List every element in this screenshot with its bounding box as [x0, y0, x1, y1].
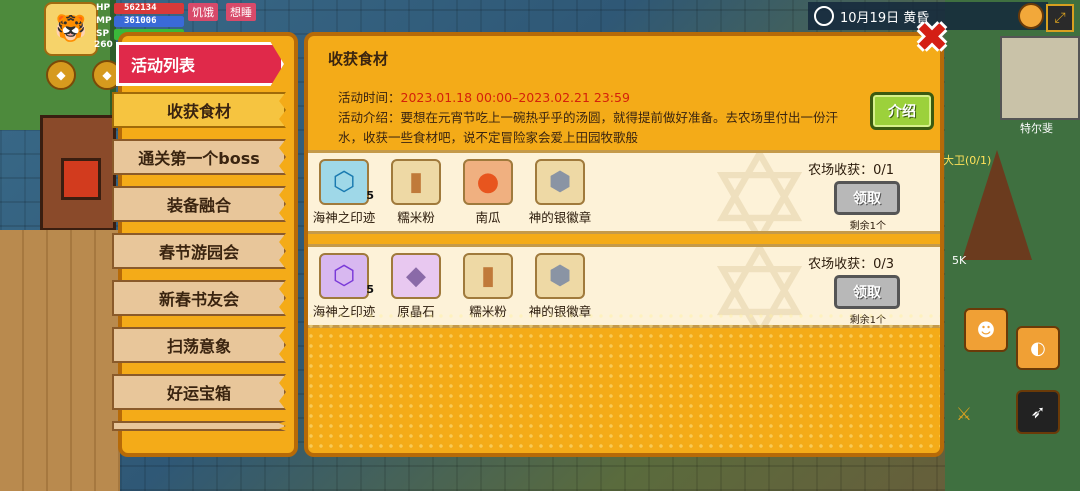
activity-item-more[interactable] [112, 421, 286, 431]
sp-label: SP [96, 29, 110, 39]
reward-row-2: ⬡ 5 海神之印迹 ◆ 原晶石 ▮ 糯米粉 ⬢ 神的银徽章 农场收获：0/3 领… [308, 244, 940, 328]
item-name: 神的银徽章 [528, 304, 592, 319]
activity-item-harvest[interactable]: 收获食材 [112, 92, 286, 128]
activity-intro: 活动介绍：要想在元宵节吃上一碗热乎乎的汤圆，就得提前做好准备。去农场里付出一份汗… [338, 108, 848, 148]
intro-text: 要想在元宵节吃上一碗热乎乎的汤圆，就得提前做好准备。去农场里付出一份汗水，收获一… [338, 110, 839, 145]
activity-list: 收获食材 通关第一个boss 装备融合 春节游园会 新春书友会 扫荡意象 好运宝… [112, 92, 286, 431]
reward-item[interactable]: ▮ 糯米粉 [380, 159, 452, 226]
pumpkin-icon: ● [463, 159, 513, 205]
fullscreen-icon[interactable]: ⤢ [1046, 4, 1074, 32]
farm-progress: 农场收获：0/3 [808, 257, 894, 272]
intro-button[interactable]: 介绍 [870, 92, 934, 130]
mp-label: MP [96, 16, 112, 26]
flour-sack-icon: ▮ [463, 253, 513, 299]
close-icon[interactable]: ✖ [912, 18, 952, 58]
hud-skill-icon[interactable]: ◆ [46, 60, 76, 90]
reward-items: ⬡ 5 海神之印迹 ◆ 原晶石 ▮ 糯米粉 ⬢ 神的银徽章 [308, 253, 596, 320]
world-floor [0, 230, 120, 491]
reward-row-1: ⬡ 5 海神之印迹 ▮ 糯米粉 ● 南瓜 ⬢ 神的银徽章 农场收获：0/1 领取… [308, 150, 940, 234]
activity-item-sweep[interactable]: 扫荡意象 [112, 327, 286, 363]
activity-item-lucky-chest[interactable]: 好运宝箱 [112, 374, 286, 410]
blue-seal-icon: ⬡ [319, 159, 369, 205]
world-house-door [61, 158, 101, 200]
reward-item[interactable]: ⬢ 神的银徽章 [524, 253, 596, 320]
activity-item-first-boss[interactable]: 通关第一个boss [112, 139, 286, 175]
reward-items: ⬡ 5 海神之印迹 ▮ 糯米粉 ● 南瓜 ⬢ 神的银徽章 [308, 159, 596, 226]
remaining-count: 剩余1个 [849, 315, 886, 326]
player-avatar[interactable]: 🐯 [44, 2, 98, 56]
hp-value: 562134 [124, 2, 157, 13]
item-count: 5 [366, 283, 374, 296]
globe-icon[interactable] [1018, 3, 1044, 29]
sun-icon [814, 6, 834, 26]
remaining-count: 剩余1个 [849, 221, 886, 232]
world-house [40, 115, 116, 231]
activity-item-equip-fusion[interactable]: 装备融合 [112, 186, 286, 222]
claim-button[interactable]: 领取 [834, 181, 900, 215]
claim-button[interactable]: 领取 [834, 275, 900, 309]
item-name: 海神之印迹 [312, 210, 376, 225]
intro-label: 活动介绍： [338, 110, 401, 125]
bow-icon[interactable]: ➶ [1016, 390, 1060, 434]
activity-info: 活动时间：2023.01.18 00:00–2023.02.21 23:59 活… [338, 88, 848, 148]
item-count: 5 [366, 189, 374, 202]
hp-row: HP 562134 [96, 2, 184, 14]
status-hungry: 饥饿 [188, 3, 218, 21]
reward-item[interactable]: ⬡ 5 海神之印迹 [308, 253, 380, 320]
status-sleepy: 想睡 [226, 3, 256, 21]
farm-progress: 农场收获：0/1 [808, 163, 894, 178]
minimap[interactable] [1000, 36, 1080, 120]
item-name: 海神之印迹 [312, 304, 376, 319]
mp-value: 361006 [124, 15, 157, 26]
reward-item[interactable]: ◆ 原晶石 [380, 253, 452, 320]
item-name: 南瓜 [475, 210, 501, 225]
npc-label: 大卫(0/1) [943, 154, 992, 167]
activity-detail-panel: 收获食材 活动时间：2023.01.18 00:00–2023.02.21 23… [304, 32, 944, 457]
date-text: 10月19日 [840, 10, 900, 26]
item-name: 原晶石 [397, 304, 435, 319]
reward-item[interactable]: ▮ 糯米粉 [452, 253, 524, 320]
item-name: 糯米粉 [397, 210, 435, 225]
crystal-icon: ◆ [391, 253, 441, 299]
reward-item[interactable]: ● 南瓜 [452, 159, 524, 226]
purple-seal-icon: ⬡ [319, 253, 369, 299]
egg-skill-icon[interactable]: ◐ [1016, 326, 1060, 370]
time-value: 2023.01.18 00:00–2023.02.21 23:59 [400, 90, 630, 105]
activity-list-header: 活动列表 [116, 42, 284, 86]
map-name: 特尔斐 [1020, 122, 1053, 135]
reward-item[interactable]: ⬢ 神的银徽章 [524, 159, 596, 226]
time-label: 活动时间： [338, 90, 401, 105]
sword-icon[interactable]: ⚔ [944, 394, 984, 434]
panel-title: 收获食材 [328, 50, 389, 68]
reward-item[interactable]: ⬡ 5 海神之印迹 [308, 159, 380, 226]
player-level: 260 [94, 40, 113, 50]
activity-item-book-club[interactable]: 新春书友会 [112, 280, 286, 316]
hp-label: HP [96, 3, 111, 13]
flour-sack-icon: ▮ [391, 159, 441, 205]
silver-badge-icon: ⬢ [535, 159, 585, 205]
activity-item-spring-fair[interactable]: 春节游园会 [112, 233, 286, 269]
coord-label: 5K [952, 254, 967, 267]
ghost-skill-icon[interactable]: ☻ [964, 308, 1008, 352]
mp-row: MP 361006 [96, 15, 184, 27]
item-name: 糯米粉 [469, 304, 507, 319]
item-name: 神的银徽章 [528, 210, 592, 225]
silver-badge-icon: ⬢ [535, 253, 585, 299]
activity-time: 活动时间：2023.01.18 00:00–2023.02.21 23:59 [338, 88, 848, 108]
